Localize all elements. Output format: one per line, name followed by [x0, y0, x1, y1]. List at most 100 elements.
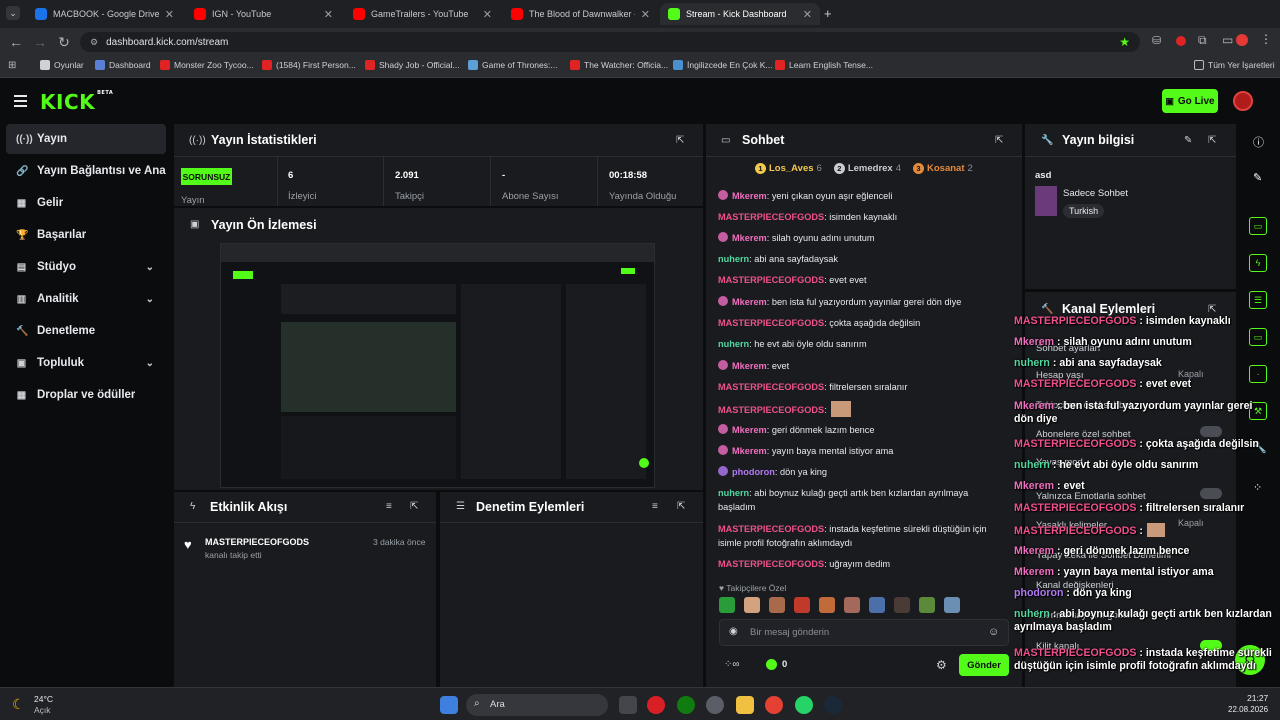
info-icon[interactable]: ⓘ: [1253, 134, 1264, 150]
chat-username[interactable]: MASTERPIECEOFGODS: [718, 212, 824, 222]
browser-tab[interactable]: MACBOOK - Google Drive ✕: [27, 3, 182, 25]
nav-item[interactable]: 🏆 Başarılar: [6, 220, 166, 250]
gear-icon[interactable]: ⚙: [936, 658, 947, 672]
menu-dots-icon[interactable]: ⋮: [1260, 32, 1272, 46]
chat-username[interactable]: nuhern: [718, 254, 749, 264]
bookmark-item[interactable]: Oyunlar: [40, 60, 84, 70]
chat-username[interactable]: MASTERPIECEOFGODS: [718, 559, 824, 569]
extension-icon[interactable]: ⛁: [1152, 34, 1161, 47]
new-tab-icon[interactable]: +: [824, 6, 832, 21]
site-info-icon[interactable]: ⚙: [90, 37, 98, 48]
chat-username[interactable]: Mkerem: [732, 233, 767, 243]
chevron-down-icon[interactable]: ⌄: [146, 358, 154, 369]
xbox-icon[interactable]: [677, 696, 695, 714]
chat-username[interactable]: MASTERPIECEOFGODS: [718, 275, 824, 285]
tab-close-icon[interactable]: ✕: [324, 8, 333, 21]
browser-tab[interactable]: Stream - Kick Dashboard ✕: [660, 3, 820, 25]
chat-username[interactable]: Mkerem: [732, 191, 767, 201]
emote-icon[interactable]: [819, 597, 835, 613]
bookmark-item[interactable]: Dashboard: [95, 60, 151, 70]
clock-time[interactable]: 21:27: [1247, 693, 1268, 703]
leaderboard-entry[interactable]: 3 Kosanat 2: [913, 163, 973, 174]
kick-logo[interactable]: KICK BETA: [40, 90, 113, 114]
bookmark-star-icon[interactable]: ★: [1119, 35, 1130, 49]
edit-icon[interactable]: ✎: [1184, 135, 1192, 146]
popout-icon[interactable]: ⇱: [676, 135, 684, 146]
nav-item[interactable]: 🔗 Yayın Bağlantısı ve Anahta: [6, 156, 166, 186]
emote-icon[interactable]: [769, 597, 785, 613]
category-name[interactable]: Sadece Sohbet: [1063, 188, 1128, 199]
chevron-down-icon[interactable]: ⌄: [146, 262, 154, 273]
chrome-icon[interactable]: [765, 696, 783, 714]
bookmark-item[interactable]: Game of Thrones:...: [468, 60, 557, 70]
rail-layout-icon[interactable]: ▭: [1249, 217, 1267, 235]
emote-icon[interactable]: [844, 597, 860, 613]
rail-list-icon[interactable]: ☰: [1249, 291, 1267, 309]
popout-icon[interactable]: ⇱: [995, 135, 1003, 146]
chat-username[interactable]: nuhern: [718, 339, 749, 349]
chat-username[interactable]: MASTERPIECEOFGODS: [718, 405, 824, 415]
opera-icon[interactable]: [647, 696, 665, 714]
nav-item[interactable]: ▤ Stüdyo ⌄: [6, 252, 166, 282]
app-icon[interactable]: [706, 696, 724, 714]
filter-icon[interactable]: ≡: [386, 501, 392, 512]
bookmark-item[interactable]: İngilizcede En Çok K...: [673, 60, 773, 70]
nav-item[interactable]: ▦ Droplar ve ödüller: [6, 380, 166, 410]
nav-item[interactable]: ((·)) Yayın: [6, 124, 166, 154]
browser-tab[interactable]: IGN - YouTube ✕: [186, 3, 341, 25]
tab-close-icon[interactable]: ✕: [803, 8, 812, 21]
nav-item[interactable]: ▦ Gelir: [6, 188, 166, 218]
chat-settings-icon[interactable]: ◉: [729, 626, 738, 637]
youtube-extension-icon[interactable]: [1176, 36, 1186, 46]
chat-username[interactable]: MASTERPIECEOFGODS: [718, 382, 824, 392]
hamburger-menu-icon[interactable]: [14, 95, 27, 107]
sidepanel-icon[interactable]: ▭: [1222, 33, 1233, 47]
users-icon[interactable]: ⁘∞: [724, 659, 740, 670]
emote-icon[interactable]: [919, 597, 935, 613]
taskbar-search[interactable]: ⌕ Ara: [466, 694, 608, 716]
emote-icon[interactable]: [894, 597, 910, 613]
tab-close-icon[interactable]: ✕: [165, 8, 174, 21]
bookmark-item[interactable]: Learn English Tense...: [775, 60, 873, 70]
steam-icon[interactable]: [824, 696, 842, 714]
emoji-icon[interactable]: ☺: [988, 626, 999, 638]
bookmark-item[interactable]: The Watcher: Officia...: [570, 60, 668, 70]
emote-icon[interactable]: [944, 597, 960, 613]
browser-tab[interactable]: The Blood of Dawnwalker - Offi ✕: [503, 3, 658, 25]
task-view-icon[interactable]: [619, 696, 637, 714]
leaderboard-entry[interactable]: 1 Los_Aves 6: [755, 163, 822, 174]
user-avatar[interactable]: [1233, 91, 1253, 111]
stream-preview-video[interactable]: [220, 243, 655, 488]
chat-username[interactable]: phodoron: [732, 467, 775, 477]
file-explorer-icon[interactable]: [736, 696, 754, 714]
back-icon[interactable]: ←: [4, 34, 28, 50]
activity-user[interactable]: MASTERPIECEOFGODS: [205, 537, 309, 547]
emote-icon[interactable]: [869, 597, 885, 613]
chat-input[interactable]: ◉ Bir mesaj gönderin ☺: [719, 619, 1009, 646]
puzzle-icon[interactable]: ⧉: [1198, 33, 1207, 48]
tab-close-icon[interactable]: ✕: [483, 8, 492, 21]
emote-icon[interactable]: [744, 597, 760, 613]
all-bookmarks[interactable]: Tüm Yer İşaretleri: [1194, 60, 1275, 70]
url-field[interactable]: ⚙ dashboard.kick.com/stream ★: [80, 32, 1140, 52]
profile-icon[interactable]: [1236, 34, 1248, 46]
popout-icon[interactable]: ⇱: [677, 501, 685, 512]
nav-item[interactable]: ▣ Topluluk ⌄: [6, 348, 166, 378]
nav-item[interactable]: 🔨 Denetleme: [6, 316, 166, 346]
reload-icon[interactable]: ↻: [52, 34, 76, 51]
whatsapp-icon[interactable]: [795, 696, 813, 714]
chat-username[interactable]: MASTERPIECEOFGODS: [718, 524, 824, 534]
apps-icon[interactable]: ⊞: [8, 60, 16, 71]
chat-username[interactable]: Mkerem: [732, 361, 767, 371]
emote-icon[interactable]: [719, 597, 735, 613]
leaderboard-entry[interactable]: 2 Lemedrex 4: [833, 163, 901, 174]
pencil-icon[interactable]: ✎: [1253, 171, 1262, 184]
nav-item[interactable]: ▥ Analitik ⌄: [6, 284, 166, 314]
chat-username[interactable]: MASTERPIECEOFGODS: [718, 318, 824, 328]
windows-start-icon[interactable]: [440, 696, 458, 714]
rail-lightning-icon[interactable]: ϟ: [1249, 254, 1267, 272]
filter-icon[interactable]: ≡: [652, 501, 658, 512]
chat-username[interactable]: Mkerem: [732, 446, 767, 456]
forward-icon[interactable]: →: [28, 34, 52, 50]
chat-username[interactable]: nuhern: [718, 488, 749, 498]
